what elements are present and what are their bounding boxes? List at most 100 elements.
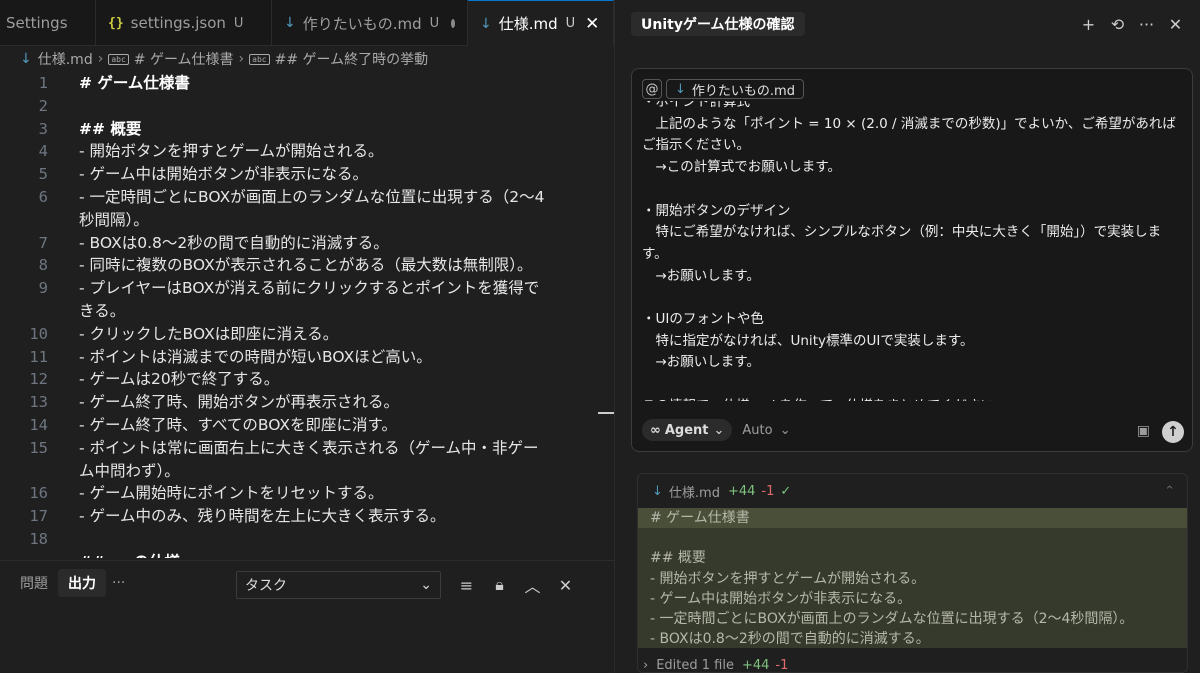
- unsaved-dot-icon[interactable]: [451, 18, 455, 28]
- agent-mode-select[interactable]: ∞ Agent ⌄: [642, 419, 733, 441]
- maximize-panel-icon[interactable]: ︿: [516, 575, 549, 596]
- lock-icon[interactable]: 🔒︎: [483, 575, 516, 595]
- line-text: - ゲームは20秒で終了する。: [79, 370, 280, 389]
- output-channel-value: タスク: [245, 578, 287, 594]
- line-number: 2: [38, 96, 48, 115]
- tab-label: Settings: [6, 14, 68, 32]
- line-text: - ゲーム中は開始ボタンが非表示になる。: [79, 165, 369, 184]
- output-channel-select[interactable]: タスク ⌄: [236, 571, 441, 599]
- tab-settings[interactable]: Settings: [0, 0, 96, 46]
- code-line[interactable]: 14 - ゲーム終了時、すべてのBOXを即座に消す。: [0, 414, 614, 437]
- line-text: ## 概要: [79, 119, 142, 138]
- line-text: - ポイントは常に画面右上に大きく表示される（ゲーム中・非ゲー ム中問わず）。: [79, 438, 539, 480]
- code-line[interactable]: 8 - 同時に複数のBOXが表示されることがある（最大数は無制限）。: [0, 254, 614, 277]
- history-icon[interactable]: ⟲: [1103, 12, 1132, 36]
- line-text: - 一定時間ごとにBOXが画面上のランダムな位置に出現する（2〜4 秒間隔）。: [79, 187, 545, 229]
- close-icon[interactable]: ✕: [585, 14, 599, 34]
- diff-line: - BOXは0.8〜2秒の間で自動的に消滅する。: [650, 631, 930, 648]
- tab-settings-json[interactable]: {} settings.json U: [96, 0, 272, 46]
- code-line[interactable]: 9 - プレイヤーはBOXが消える前にクリックするとポイントを獲得で きる。: [0, 277, 614, 323]
- markdown-file-icon: ↓: [652, 483, 663, 499]
- chat-actions: + ⟲ ··· ✕: [1074, 12, 1190, 36]
- code-line[interactable]: 15 - ポイントは常に画面右上に大きく表示される（ゲーム中・非ゲー ム中問わず）…: [0, 437, 614, 483]
- breadcrumb-section2[interactable]: ## ゲーム終了時の挙動: [275, 49, 429, 69]
- line-number: 4: [38, 142, 48, 161]
- removed-count: -1: [775, 657, 789, 673]
- code-line[interactable]: 16 - ゲーム開始時にポイントをリセットする。: [0, 482, 614, 505]
- code-line[interactable]: 2: [0, 95, 614, 118]
- send-button[interactable]: ↑: [1162, 421, 1184, 443]
- code-line[interactable]: 6 - 一定時間ごとにBOXが画面上のランダムな位置に出現する（2〜4 秒間隔）。: [0, 186, 614, 232]
- chat-panel: Unityゲーム仕様の確認 + ⟲ ··· ✕ @ ↓ 作りたいもの.md ・ポ…: [614, 0, 1200, 673]
- line-text: - ゲーム終了時、すべてのBOXを即座に消す。: [79, 415, 397, 434]
- line-text: ## ... の仕様: [48, 551, 583, 558]
- message-line: 上記のような「ポイント = 10 × (2.0 / 消滅までの秒数)」でよいか、…: [642, 115, 1176, 154]
- more-icon[interactable]: ···: [112, 575, 125, 591]
- code-line[interactable]: 7 - BOXは0.8〜2秒の間で自動的に消滅する。: [0, 232, 614, 255]
- clear-output-icon[interactable]: ≡: [450, 575, 483, 595]
- diff-card: ↓ 仕様.md +44 -1 ✓ ⌃ # ゲーム仕様書 ## 概要 - 開始ボタンを…: [637, 473, 1188, 673]
- code-line[interactable]: 4 - 開始ボタンを押すとゲームが開始される。: [0, 140, 614, 163]
- tab-output[interactable]: 出力: [58, 569, 106, 597]
- untracked-badge: U: [429, 15, 440, 31]
- edited-files-bar[interactable]: › Edited 1 file +44 -1: [635, 655, 1190, 673]
- message-line: 特にご希望がなければ、シンプルなボタン（例：中央に大きく「開始」）で実装します。: [642, 224, 1162, 262]
- new-chat-icon[interactable]: +: [1074, 12, 1103, 36]
- code-line[interactable]: 18: [0, 528, 614, 551]
- close-icon[interactable]: ✕: [1161, 12, 1190, 36]
- line-number: 13: [29, 393, 48, 412]
- code-line[interactable]: 13 - ゲーム終了時、開始ボタンが再表示される。: [0, 391, 614, 414]
- code-line[interactable]: 17 - ゲーム中のみ、残り時間を左上に大きく表示する。: [0, 505, 614, 528]
- code-line[interactable]: 1 # ゲーム仕様書: [0, 72, 614, 95]
- untracked-badge: U: [233, 15, 244, 31]
- line-text: - クリックしたBOXは即座に消える。: [79, 324, 339, 343]
- diff-body: # ゲーム仕様書 ## 概要 - 開始ボタンを押すとゲームが開始される。 - ゲーム中…: [638, 508, 1187, 648]
- tab-shiyou-md[interactable]: ↓ 仕様.md U ✕: [468, 0, 614, 46]
- close-icon[interactable]: ✕: [549, 575, 582, 595]
- message-text: ・ポイント計算式 上記のような「ポイント = 10 × (2.0 / 消滅までの…: [642, 101, 1182, 401]
- message-input[interactable]: ・ポイント計算式 上記のような「ポイント = 10 × (2.0 / 消滅までの…: [642, 101, 1182, 401]
- code-line[interactable]: 12 - ゲームは20秒で終了する。: [0, 368, 614, 391]
- line-text: - ゲーム開始時にポイントをリセットする。: [79, 484, 384, 503]
- tab-problems[interactable]: 問題: [10, 569, 58, 597]
- diff-line: - ゲーム中は開始ボタンが非表示になる。: [650, 590, 912, 607]
- code-editor[interactable]: 1 # ゲーム仕様書 2 3 ## 概要 4 - 開始ボタンを押すとゲームが開始される。 5 -…: [0, 72, 614, 558]
- message-line: →お願いします。: [642, 354, 760, 371]
- json-file-icon: {}: [108, 15, 124, 31]
- image-icon[interactable]: ▣: [1137, 423, 1150, 439]
- code-line[interactable]: 3 ## 概要: [0, 118, 614, 141]
- tab-tsukuritai-md[interactable]: ↓ 作りたいもの.md U: [272, 0, 468, 46]
- code-line[interactable]: 11 - ポイントは消滅までの時間が短いBOXほど高い。: [0, 346, 614, 369]
- more-icon[interactable]: ···: [1132, 12, 1161, 36]
- diff-header[interactable]: ↓ 仕様.md +44 -1 ✓ ⌃: [638, 474, 1187, 508]
- added-count: +44: [727, 483, 756, 499]
- line-number: 7: [38, 233, 48, 252]
- breadcrumb-file[interactable]: 仕様.md: [38, 49, 93, 69]
- agent-mode-label: Agent: [664, 422, 709, 438]
- breadcrumb-section1[interactable]: # ゲーム仕様書: [134, 49, 234, 69]
- chat-composer[interactable]: @ ↓ 作りたいもの.md ・ポイント計算式 上記のような「ポイント = 10 …: [631, 68, 1193, 452]
- chevron-right-icon: ›: [238, 51, 245, 67]
- context-row: @ ↓ 作りたいもの.md: [642, 79, 804, 99]
- model-select[interactable]: Auto ⌄: [742, 423, 790, 438]
- code-line[interactable]: 10 - クリックしたBOXは即座に消える。: [0, 323, 614, 346]
- chat-title[interactable]: Unityゲーム仕様の確認: [631, 12, 805, 36]
- message-line: 特に指定がなければ、Unity標準のUIで実装します。: [642, 332, 974, 349]
- line-number: 11: [29, 347, 48, 366]
- code-line[interactable]: ## ... の仕様: [0, 551, 614, 558]
- context-file-label: 作りたいもの.md: [691, 83, 795, 99]
- markdown-file-icon: ↓: [675, 81, 686, 97]
- message-line: ・開始ボタンのデザイン: [642, 202, 791, 219]
- mention-icon[interactable]: @: [642, 79, 662, 99]
- expand-collapse-icon[interactable]: ⌃: [1164, 484, 1175, 499]
- message-line: [642, 179, 1182, 201]
- tab-label: settings.json: [130, 14, 226, 32]
- message-line: [642, 374, 1182, 396]
- context-file-chip[interactable]: ↓ 作りたいもの.md: [666, 79, 804, 99]
- line-number: 10: [29, 324, 48, 343]
- panel-toolbar: ≡ 🔒︎ ︿ ✕: [450, 575, 582, 596]
- string-symbol-icon: abc: [108, 53, 129, 65]
- code-line[interactable]: 5 - ゲーム中は開始ボタンが非表示になる。: [0, 163, 614, 186]
- untracked-badge: U: [565, 16, 576, 31]
- line-text: - プレイヤーはBOXが消える前にクリックするとポイントを獲得で きる。: [79, 279, 540, 320]
